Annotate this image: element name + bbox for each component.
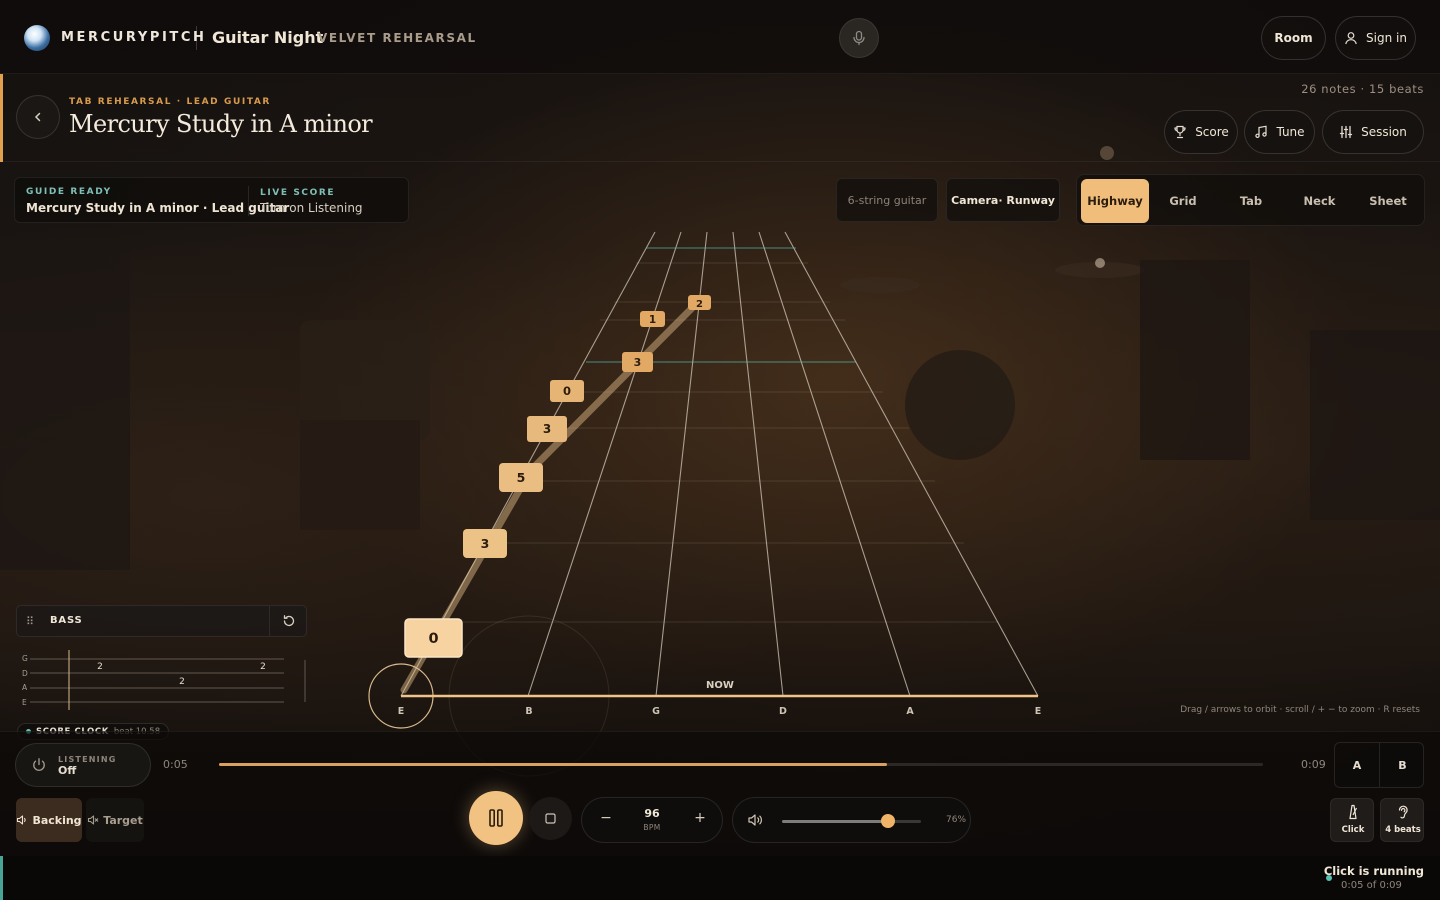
bass-note: 2	[179, 677, 185, 687]
string-label: E	[1035, 706, 1042, 717]
reset-icon	[283, 615, 294, 627]
note-chip[interactable]: 0	[550, 380, 584, 402]
footer-status-bar	[0, 856, 1440, 900]
tempo-increase-button[interactable]: +	[690, 810, 710, 830]
beats-label: 4 beats	[1385, 825, 1421, 835]
click-running-time: 0:05 of 0:09	[1341, 880, 1402, 891]
string-label: D	[779, 706, 787, 717]
bass-note: 2	[260, 662, 266, 672]
note-fret: 3	[481, 536, 490, 551]
note-fret: 3	[634, 356, 642, 369]
power-icon	[33, 758, 45, 771]
volume-control: 76%	[732, 797, 971, 843]
note-chip-active[interactable]: 0	[404, 618, 463, 658]
note-fret: 2	[696, 299, 703, 310]
volume-icon[interactable]	[747, 812, 763, 828]
note-chip[interactable]: 2	[688, 295, 711, 310]
bass-reset-button[interactable]	[269, 606, 307, 636]
stop-button[interactable]	[529, 797, 572, 840]
loop-a-button[interactable]: A	[1335, 743, 1380, 787]
volume-slider[interactable]	[782, 814, 921, 828]
note-fret: 0	[428, 631, 438, 647]
listening-label: LISTENING	[58, 755, 117, 764]
progress-fill	[219, 763, 888, 766]
tempo-unit: BPM	[643, 823, 661, 832]
target-button[interactable]: Target	[86, 798, 144, 842]
highway-measure-lines	[586, 247, 856, 363]
stop-icon	[545, 813, 556, 824]
volume-thumb[interactable]	[880, 814, 895, 828]
drag-handle-icon[interactable]: ⠿	[26, 615, 34, 628]
string-label: A	[906, 706, 914, 717]
loop-b-button[interactable]: B	[1380, 743, 1425, 787]
camera-controls-hint: Drag / arrows to orbit · scroll / + − to…	[1180, 705, 1420, 715]
bass-string-label: D	[22, 669, 28, 678]
string-label: G	[652, 706, 660, 717]
listening-value: Off	[58, 764, 77, 777]
note-chip[interactable]: 1	[640, 311, 665, 327]
pause-button[interactable]	[469, 791, 523, 845]
now-label: NOW	[706, 680, 734, 691]
listening-toggle[interactable]: LISTENING Off	[15, 743, 151, 787]
tempo-value: 96	[644, 807, 660, 820]
click-running-title: Click is running	[1323, 864, 1424, 878]
current-time: 0:05	[163, 758, 188, 771]
highway-beat-lines	[441, 262, 998, 623]
note-fret: 5	[517, 470, 526, 485]
bass-panel-header: ⠿ BASS	[16, 605, 307, 637]
metronome-click-button[interactable]: Click	[1330, 798, 1374, 842]
pause-icon	[489, 809, 503, 827]
string-labels: E B G D A E	[398, 706, 1042, 717]
target-label: Target	[103, 813, 143, 827]
note-chip[interactable]: 3	[463, 529, 507, 558]
metronome-icon	[1349, 804, 1358, 820]
note-fret: 1	[649, 314, 656, 326]
note-chip[interactable]: 3	[622, 352, 653, 372]
bass-tab-staff: G D A E 2 2 2	[22, 650, 306, 710]
click-label: Click	[1341, 825, 1365, 835]
string-label: B	[525, 706, 532, 717]
bass-string-label: E	[22, 698, 27, 707]
tempo-control: − 96 BPM +	[581, 797, 723, 843]
backing-button[interactable]: Backing	[16, 798, 82, 842]
backing-label: Backing	[32, 813, 82, 827]
bass-string-label: A	[22, 683, 28, 692]
transport-bar	[0, 731, 1440, 856]
speaker-icon	[17, 815, 27, 825]
note-fret: 0	[563, 384, 571, 398]
total-time: 0:09	[1301, 758, 1326, 771]
playback-progress[interactable]	[219, 763, 1263, 766]
bass-string-label: G	[22, 654, 28, 663]
count-in-beats-button[interactable]: 4 beats	[1380, 798, 1424, 842]
tempo-decrease-button[interactable]: −	[596, 810, 616, 830]
note-fret: 3	[543, 422, 551, 436]
bass-panel-title: BASS	[50, 615, 83, 626]
footer-accent	[0, 856, 3, 900]
loop-ab-controls: A B	[1334, 742, 1424, 788]
string-label: E	[398, 706, 405, 717]
bass-note: 2	[97, 662, 103, 672]
volume-fill	[782, 820, 888, 823]
note-chip[interactable]: 3	[527, 416, 567, 442]
note-chip[interactable]: 5	[499, 463, 543, 492]
ear-icon	[1398, 805, 1408, 819]
volume-percent: 76%	[946, 815, 967, 825]
speaker-muted-icon	[88, 815, 99, 825]
